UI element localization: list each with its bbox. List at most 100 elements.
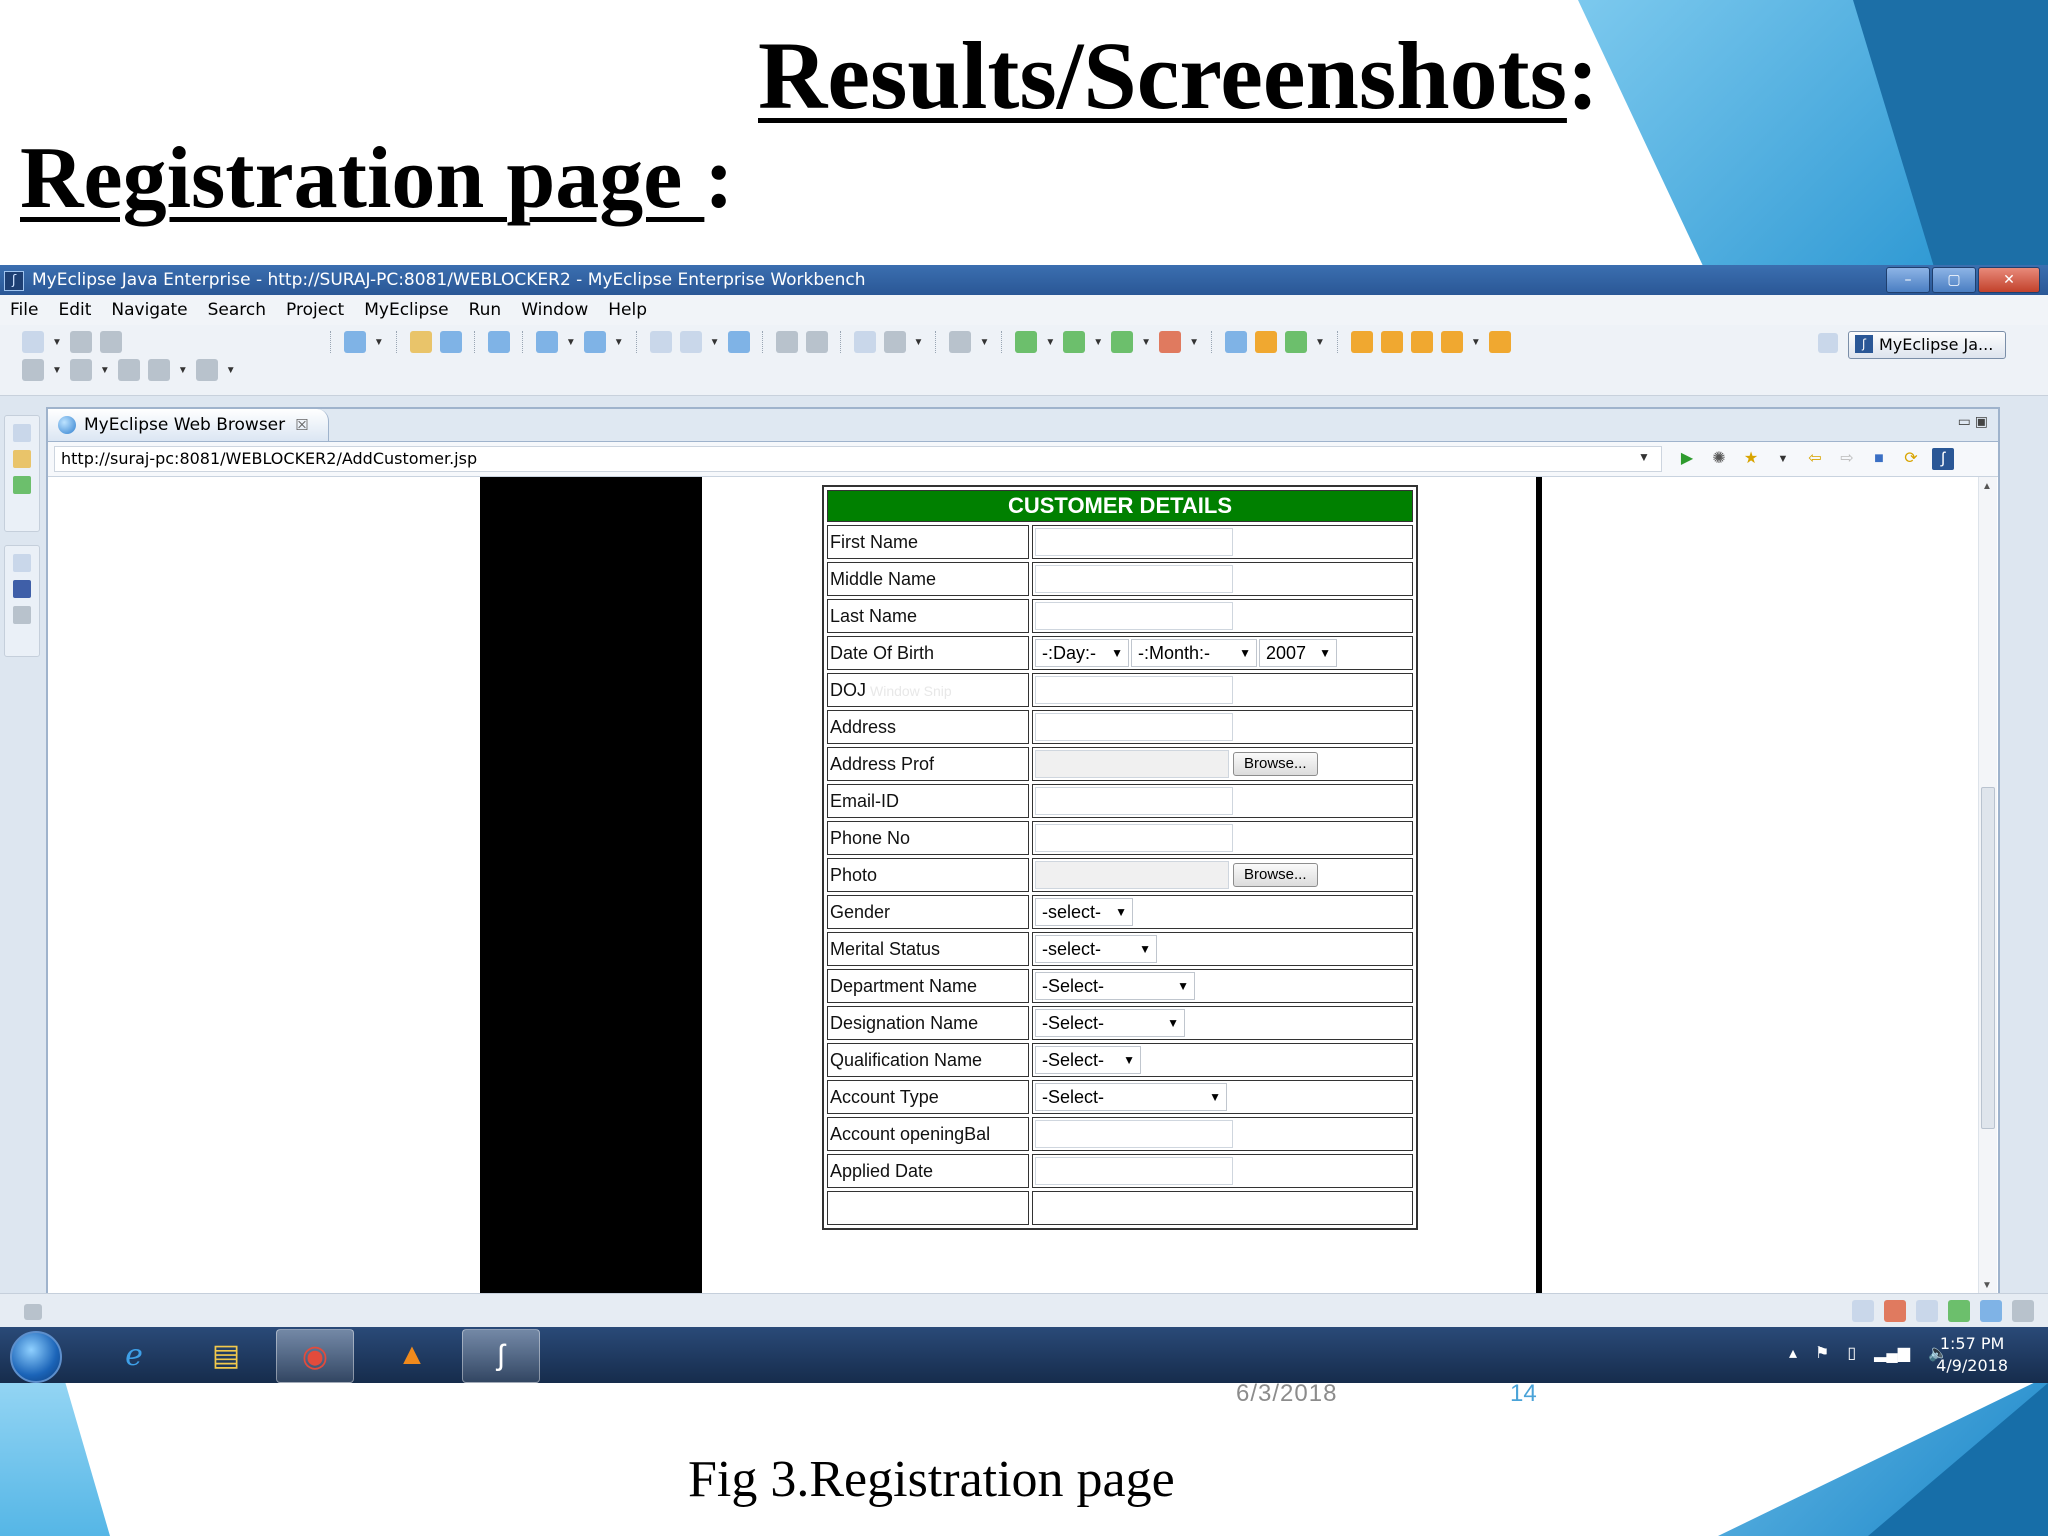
package-explorer-icon[interactable] xyxy=(13,450,31,468)
next-annotation-icon[interactable] xyxy=(22,359,44,381)
tool-2-icon[interactable] xyxy=(805,331,828,353)
folder-open-3-icon[interactable] xyxy=(1410,331,1433,353)
chevron-down-icon[interactable]: ▼ xyxy=(566,337,576,348)
address-proof-file-input[interactable] xyxy=(1035,750,1229,778)
chevron-down-icon[interactable]: ▼ xyxy=(1045,337,1055,348)
chevron-down-icon[interactable]: ▼ xyxy=(226,365,236,376)
chevron-down-icon[interactable]: ▼ xyxy=(52,365,62,376)
gender-select[interactable]: -select- ▼ xyxy=(1035,898,1133,926)
deploy-icon[interactable] xyxy=(439,331,462,353)
applied-date-input[interactable] xyxy=(1035,1157,1233,1185)
address-proof-browse-button[interactable]: Browse... xyxy=(1233,752,1318,776)
refresh-icon[interactable] xyxy=(1284,331,1307,353)
menu-file[interactable]: File xyxy=(0,295,48,325)
myeclipse-browser-icon[interactable]: ʃ xyxy=(1932,448,1954,470)
tasks-icon[interactable] xyxy=(1916,1300,1938,1322)
forward-icon[interactable] xyxy=(195,359,218,381)
taskbar-clock[interactable]: 1:57 PM 4/9/2018 xyxy=(1936,1333,2008,1377)
server-icon[interactable] xyxy=(487,331,510,353)
vlc-icon[interactable]: ▲ xyxy=(374,1329,450,1381)
menu-window[interactable]: Window xyxy=(511,295,598,325)
go-icon[interactable]: ▶ xyxy=(1676,448,1698,470)
menu-navigate[interactable]: Navigate xyxy=(101,295,197,325)
close-tab-icon[interactable]: ☒ xyxy=(295,416,308,434)
chevron-down-icon[interactable]: ▼ xyxy=(1141,337,1151,348)
designation-select[interactable]: -Select- ▼ xyxy=(1035,1009,1185,1037)
tab-web-browser[interactable]: MyEclipse Web Browser ☒ xyxy=(48,409,329,441)
last-edit-icon[interactable] xyxy=(117,359,140,381)
wizard-icon[interactable] xyxy=(535,331,558,353)
tool-icon[interactable] xyxy=(775,331,798,353)
dob-month-select[interactable]: -:Month:- ▼ xyxy=(1131,639,1257,667)
photo-browse-button[interactable]: Browse... xyxy=(1233,863,1318,887)
minimize-maximize-icons[interactable]: ▭ ▣ xyxy=(1958,413,1988,430)
menu-myeclipse[interactable]: MyEclipse xyxy=(354,295,458,325)
url-input[interactable]: http://suraj-pc:8081/WEBLOCKER2/AddCusto… xyxy=(54,446,1662,472)
dob-day-select[interactable]: -:Day:- ▼ xyxy=(1035,639,1129,667)
photo-file-input[interactable] xyxy=(1035,861,1229,889)
camera-icon[interactable] xyxy=(949,331,972,353)
qualification-select[interactable]: -Select- ▼ xyxy=(1035,1046,1141,1074)
forward-arrow-icon[interactable]: ⇨ xyxy=(1836,448,1858,470)
action-center-flag-icon[interactable]: ⚑ xyxy=(1815,1343,1829,1363)
menu-search[interactable]: Search xyxy=(198,295,276,325)
previous-annotation-icon[interactable] xyxy=(69,359,92,381)
phone-input[interactable] xyxy=(1035,824,1233,852)
favorites-icon[interactable]: ★ xyxy=(1740,448,1762,470)
console-icon[interactable] xyxy=(1980,1300,2002,1322)
battery-icon[interactable]: ▯ xyxy=(1847,1343,1856,1363)
layout-icon[interactable] xyxy=(649,331,672,353)
chevron-down-icon[interactable]: ▼ xyxy=(979,337,989,348)
perspective-button[interactable]: ʃ MyEclipse Ja... xyxy=(1848,331,2006,359)
dob-year-select[interactable]: 2007 ▼ xyxy=(1259,639,1337,667)
open-perspective-icon[interactable] xyxy=(1818,333,1838,353)
start-button[interactable] xyxy=(10,1331,62,1383)
chrome-icon[interactable]: ◉ xyxy=(276,1329,354,1383)
maximize-button[interactable]: ▢ xyxy=(1932,267,1976,293)
doj-input[interactable] xyxy=(1035,676,1233,704)
fast-view-icon[interactable] xyxy=(24,1304,42,1320)
package-icon[interactable] xyxy=(409,331,432,353)
first-name-input[interactable] xyxy=(1035,528,1233,556)
image-view-icon[interactable] xyxy=(13,580,31,598)
web-icon[interactable] xyxy=(1948,1300,1970,1322)
hierarchy-view-icon[interactable] xyxy=(13,476,31,494)
back-icon[interactable] xyxy=(147,359,170,381)
chevron-down-icon[interactable]: ▼ xyxy=(1471,337,1481,348)
restore-2-icon[interactable] xyxy=(13,554,31,572)
new-project-icon[interactable] xyxy=(343,331,366,353)
new-icon[interactable] xyxy=(22,331,44,353)
pin-icon[interactable] xyxy=(1440,331,1463,353)
folder-open-4-icon[interactable] xyxy=(1488,331,1511,353)
myeclipse-taskbar-icon[interactable]: ʃ xyxy=(462,1329,540,1383)
run-config-icon[interactable] xyxy=(1111,331,1134,353)
folder-open-icon[interactable] xyxy=(1350,331,1373,353)
opening-balance-input[interactable] xyxy=(1035,1120,1233,1148)
internet-explorer-icon[interactable]: ℯ xyxy=(96,1329,172,1381)
form-icon[interactable] xyxy=(679,331,702,353)
folder-open-2-icon[interactable] xyxy=(1380,331,1403,353)
department-select[interactable]: -Select- ▼ xyxy=(1035,972,1195,1000)
minimize-button[interactable]: – xyxy=(1886,267,1930,293)
wizard-2-icon[interactable] xyxy=(583,331,606,353)
save-icon[interactable] xyxy=(69,331,92,353)
scroll-down-icon[interactable]: ▼ xyxy=(1982,1280,1992,1291)
report-icon[interactable] xyxy=(853,331,876,353)
run-icon[interactable] xyxy=(1063,331,1086,353)
menu-help[interactable]: Help xyxy=(598,295,657,325)
stop-icon[interactable]: ■ xyxy=(1868,448,1890,470)
middle-name-input[interactable] xyxy=(1035,565,1233,593)
last-name-input[interactable] xyxy=(1035,602,1233,630)
vertical-scrollbar[interactable]: ▲ ▼ xyxy=(1978,477,1997,1295)
chevron-down-icon[interactable]: ▼ xyxy=(374,337,384,348)
chevron-down-icon[interactable]: ▼ xyxy=(1772,448,1794,470)
properties-view-icon[interactable] xyxy=(13,606,31,624)
problems-icon[interactable] xyxy=(1884,1300,1906,1322)
menu-project[interactable]: Project xyxy=(276,295,354,325)
restore-icon[interactable] xyxy=(1852,1300,1874,1322)
chevron-down-icon[interactable]: ▼ xyxy=(52,337,62,348)
print-icon[interactable] xyxy=(99,331,122,353)
servers-icon[interactable] xyxy=(2012,1300,2034,1322)
address-input[interactable] xyxy=(1035,713,1233,741)
chevron-down-icon[interactable]: ▼ xyxy=(1638,450,1650,464)
